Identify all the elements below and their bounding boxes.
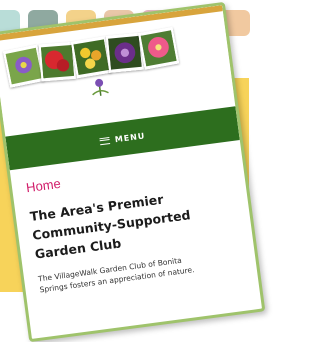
garden-club-logo: [80, 74, 119, 101]
menu-label: MENU: [114, 130, 146, 144]
hamburger-menu-icon: [99, 136, 111, 145]
flower-photo-red: [38, 41, 77, 82]
mobile-site-preview: MENU Home The Area's Premier Community-S…: [0, 1, 266, 342]
flower-photo-pink: [138, 26, 180, 70]
